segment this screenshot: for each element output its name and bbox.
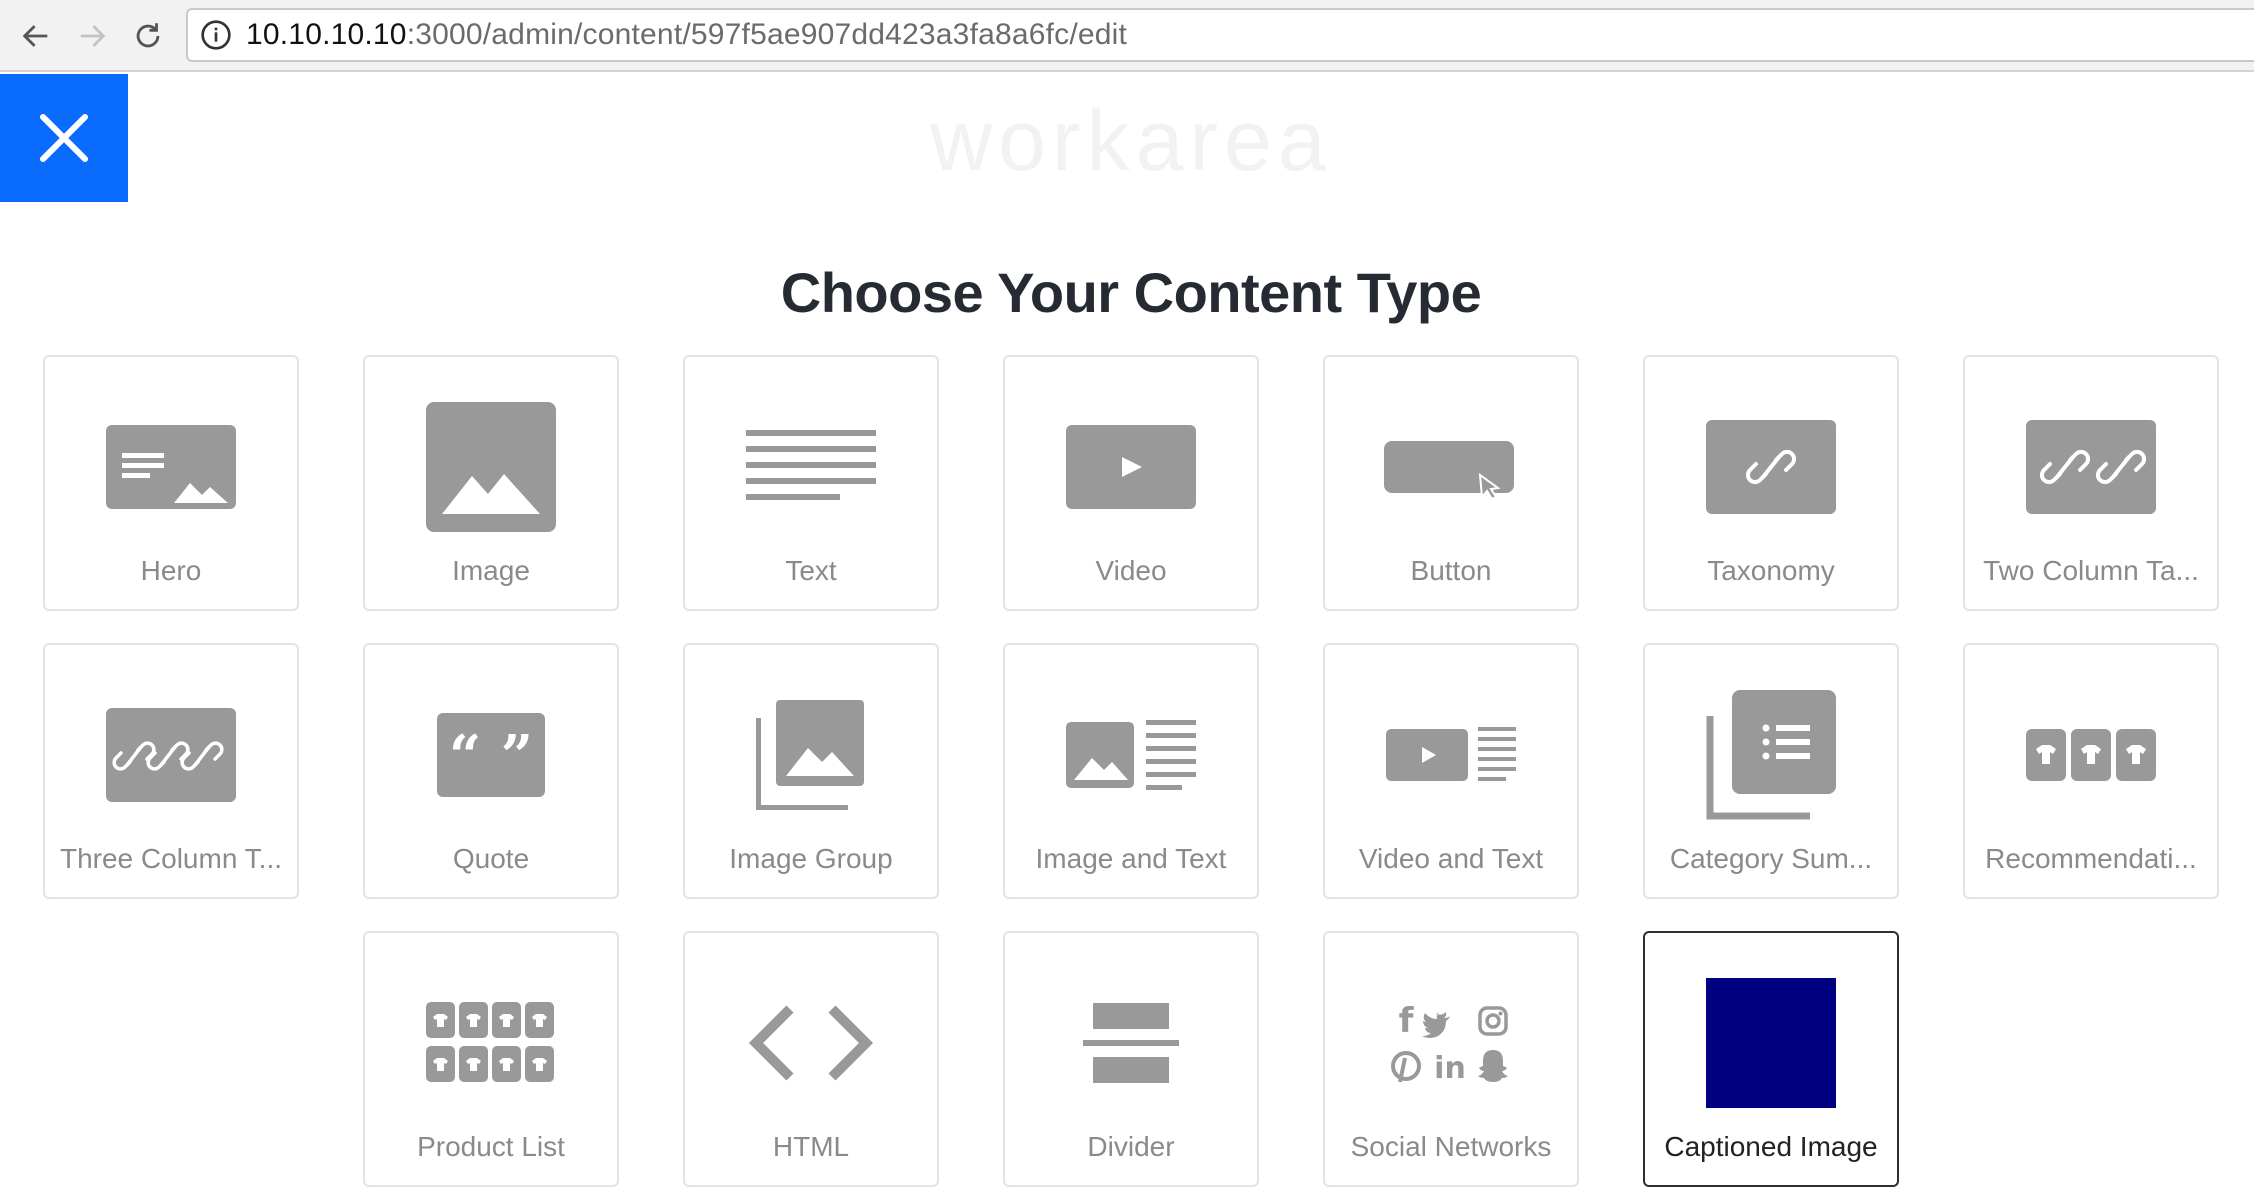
tile-label: Three Column T... [59,843,283,874]
back-button[interactable] [14,14,58,58]
content-type-hero[interactable]: Hero [43,355,299,611]
tile-label: Video and Text [1358,843,1544,874]
content-type-captioned-image[interactable]: Captioned Image [1643,931,1899,1187]
tile-label: Taxonomy [1707,555,1835,586]
reload-icon [136,23,160,48]
content-type-html[interactable]: HTML [683,931,939,1187]
url-text: 10.10.10.10:3000/admin/content/597f5ae90… [246,18,1127,52]
tile-label: Text [785,555,837,586]
tile-label: Recommendati... [1985,843,2197,874]
content-type-three-column-taxonomy[interactable]: Three Column T... [43,643,299,899]
three-column-taxonomy-icon [106,708,236,802]
svg-text:in: in [1434,1051,1466,1086]
brand-logo: workarea [930,93,1332,189]
tile-label: HTML [772,1131,850,1162]
social-networks-icon: f in [1391,1001,1508,1086]
text-icon [746,430,876,500]
tile-label: Two Column Ta... [1983,555,2199,586]
close-icon [39,113,89,163]
url-path: :3000/admin/content/597f5ae907dd423a3fa8… [406,18,1128,51]
content-type-social-networks[interactable]: f in Social Networks [1323,931,1579,1187]
browser-toolbar: 10.10.10.10:3000/admin/content/597f5ae90… [0,0,2254,72]
hero-icon [106,425,236,509]
reload-button[interactable] [126,14,170,58]
url-host: 10.10.10.10 [246,18,407,51]
tile-label: Divider [1087,1131,1175,1162]
product-list-icon [426,1002,554,1082]
tile-label: Captioned Image [1664,1131,1878,1162]
tile-label: Quote [452,843,530,874]
captioned-image-icon [1706,978,1836,1108]
tile-label: Hero [140,555,202,586]
button-icon [1384,441,1514,501]
two-column-taxonomy-icon [2026,420,2156,514]
recommendations-icon [2026,729,2156,781]
category-summary-icon [1706,690,1836,820]
svg-text:f: f [1399,1001,1415,1041]
tile-label: Image [452,555,530,586]
image-and-text-icon [1066,720,1196,790]
tile-label: Button [1410,555,1492,586]
content-type-button[interactable]: Button [1323,355,1579,611]
tile-label: Video [1095,555,1167,586]
svg-text:“ ”: “ ” [449,723,533,789]
arrow-right-icon [80,25,106,47]
quote-icon: “ ” [437,713,545,797]
arrow-left-icon [22,25,48,47]
video-icon [1066,425,1196,509]
content-type-divider[interactable]: Divider [1003,931,1259,1187]
content-type-image-group[interactable]: Image Group [683,643,939,899]
content-type-text[interactable]: Text [683,355,939,611]
info-icon[interactable] [200,19,232,51]
address-bar[interactable]: 10.10.10.10:3000/admin/content/597f5ae90… [186,8,2254,62]
image-group-icon [756,700,864,810]
close-button[interactable] [0,74,128,202]
divider-icon [1083,1003,1179,1083]
content-type-image[interactable]: Image [363,355,619,611]
content-type-video-and-text[interactable]: Video and Text [1323,643,1579,899]
content-type-video[interactable]: Video [1003,355,1259,611]
content-type-taxonomy[interactable]: Taxonomy [1643,355,1899,611]
content-type-quote[interactable]: “ ” Quote [363,643,619,899]
video-and-text-icon [1386,727,1516,781]
content-type-category-summary[interactable]: Category Sum... [1643,643,1899,899]
page-title: Choose Your Content Type [780,261,1482,324]
content-type-image-and-text[interactable]: Image and Text [1003,643,1259,899]
tile-label: Image and Text [1035,843,1227,874]
content-type-recommendations[interactable]: Recommendati... [1963,643,2219,899]
content-type-two-column-taxonomy[interactable]: Two Column Ta... [1963,355,2219,611]
tile-label: Image Group [729,843,893,874]
tile-label: Category Sum... [1669,843,1873,874]
image-icon [426,402,556,532]
taxonomy-icon [1706,420,1836,514]
forward-button[interactable] [70,14,114,58]
tile-label: Product List [417,1131,565,1162]
content-type-product-list[interactable]: Product List [363,931,619,1187]
tile-label: Social Networks [1350,1131,1552,1162]
html-icon [748,1005,874,1081]
